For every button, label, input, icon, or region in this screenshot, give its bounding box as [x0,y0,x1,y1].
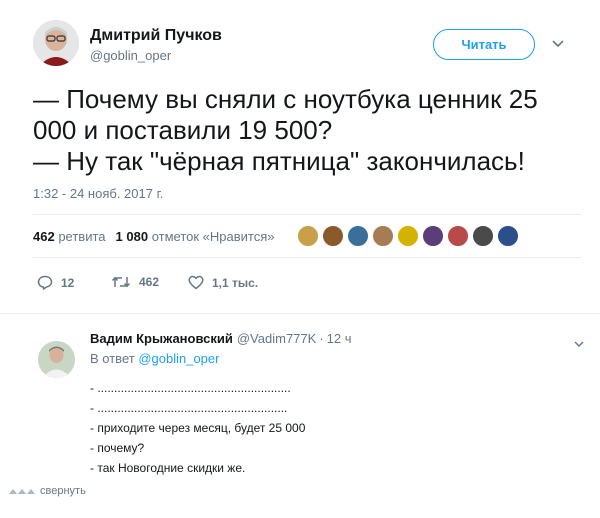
liker-avatar[interactable] [372,225,394,247]
reply-header: Вадим Крыжановский @Vadim777K · 12 ч [90,331,352,346]
retweets-count: 462 [33,229,55,244]
reply-author-handle[interactable]: @Vadim777K [237,331,316,346]
reply-button[interactable]: 12 [37,275,74,290]
follow-button[interactable]: Читать [433,29,535,60]
liker-avatar[interactable] [297,225,319,247]
reply-text-line: - почему? [90,441,145,455]
reply-text-line: - ......................................… [90,381,291,395]
liker-avatar[interactable] [497,225,519,247]
in-reply-prefix: В ответ [90,351,135,366]
reply-author-avatar[interactable] [38,341,75,378]
reply-count: 12 [61,275,75,290]
like-count: 1,1 тыс. [212,275,259,290]
tweet-timestamp[interactable]: 1:32 - 24 нояб. 2017 г. [33,186,163,201]
in-reply-to-link[interactable]: @goblin_oper [138,351,219,366]
reply-more-chevron-icon[interactable] [573,336,585,347]
liker-avatar[interactable] [422,225,444,247]
divider [33,257,581,258]
reply-text-line: - приходите через месяц, будет 25 000 [90,421,306,435]
likes-label: отметок «Нравится» [151,229,275,244]
retweet-button[interactable]: 462 [111,275,159,289]
divider [33,214,581,215]
author-handle[interactable]: @goblin_oper [90,48,171,63]
collapse-label: свернуть [40,485,86,497]
reply-icon [37,275,53,290]
retweets-stat[interactable]: 462 ретвита [33,229,106,244]
tweet-text: — Почему вы сняли с ноутбука ценник 25 0… [33,84,578,177]
collapse-arrows-icon [9,489,35,494]
liker-avatar[interactable] [397,225,419,247]
tweet-text-line: — Ну так "чёрная пятница" закончилась! [33,146,525,176]
likes-stat[interactable]: 1 080 отметок «Нравится» [116,229,275,244]
more-options-chevron-icon[interactable] [551,37,565,51]
likes-count: 1 080 [115,229,149,244]
author-avatar[interactable] [33,20,79,66]
tweet-stats: 462 ретвита 1 080 отметок «Нравится» [33,229,275,244]
reply-author-name[interactable]: Вадим Крыжановский [90,331,233,346]
tweet-text-line: 000 и поставили 19 500? [33,115,333,145]
liker-avatar[interactable] [347,225,369,247]
retweet-count: 462 [139,275,160,289]
liker-avatar[interactable] [322,225,344,247]
separator-dot: · [319,331,324,346]
heart-icon [188,275,204,290]
collapse-button[interactable]: свернуть [9,485,86,497]
reply-text: - ......................................… [90,378,305,478]
like-button[interactable]: 1,1 тыс. [188,275,258,290]
reply-text-line: - так Новогодние скидки же. [90,461,246,475]
in-reply-to: В ответ @goblin_oper [90,351,219,366]
liker-avatar[interactable] [447,225,469,247]
tweet-text-line: — Почему вы сняли с ноутбука ценник 25 [33,84,538,114]
retweets-label: ретвита [58,229,106,244]
reply-time[interactable]: 12 ч [327,331,352,346]
retweet-icon [111,277,131,287]
author-name[interactable]: Дмитрий Пучков [90,27,222,45]
liker-avatar[interactable] [472,225,494,247]
reply-text-line: - ......................................… [90,401,288,415]
likers-avatars [297,225,522,247]
divider [0,313,600,314]
